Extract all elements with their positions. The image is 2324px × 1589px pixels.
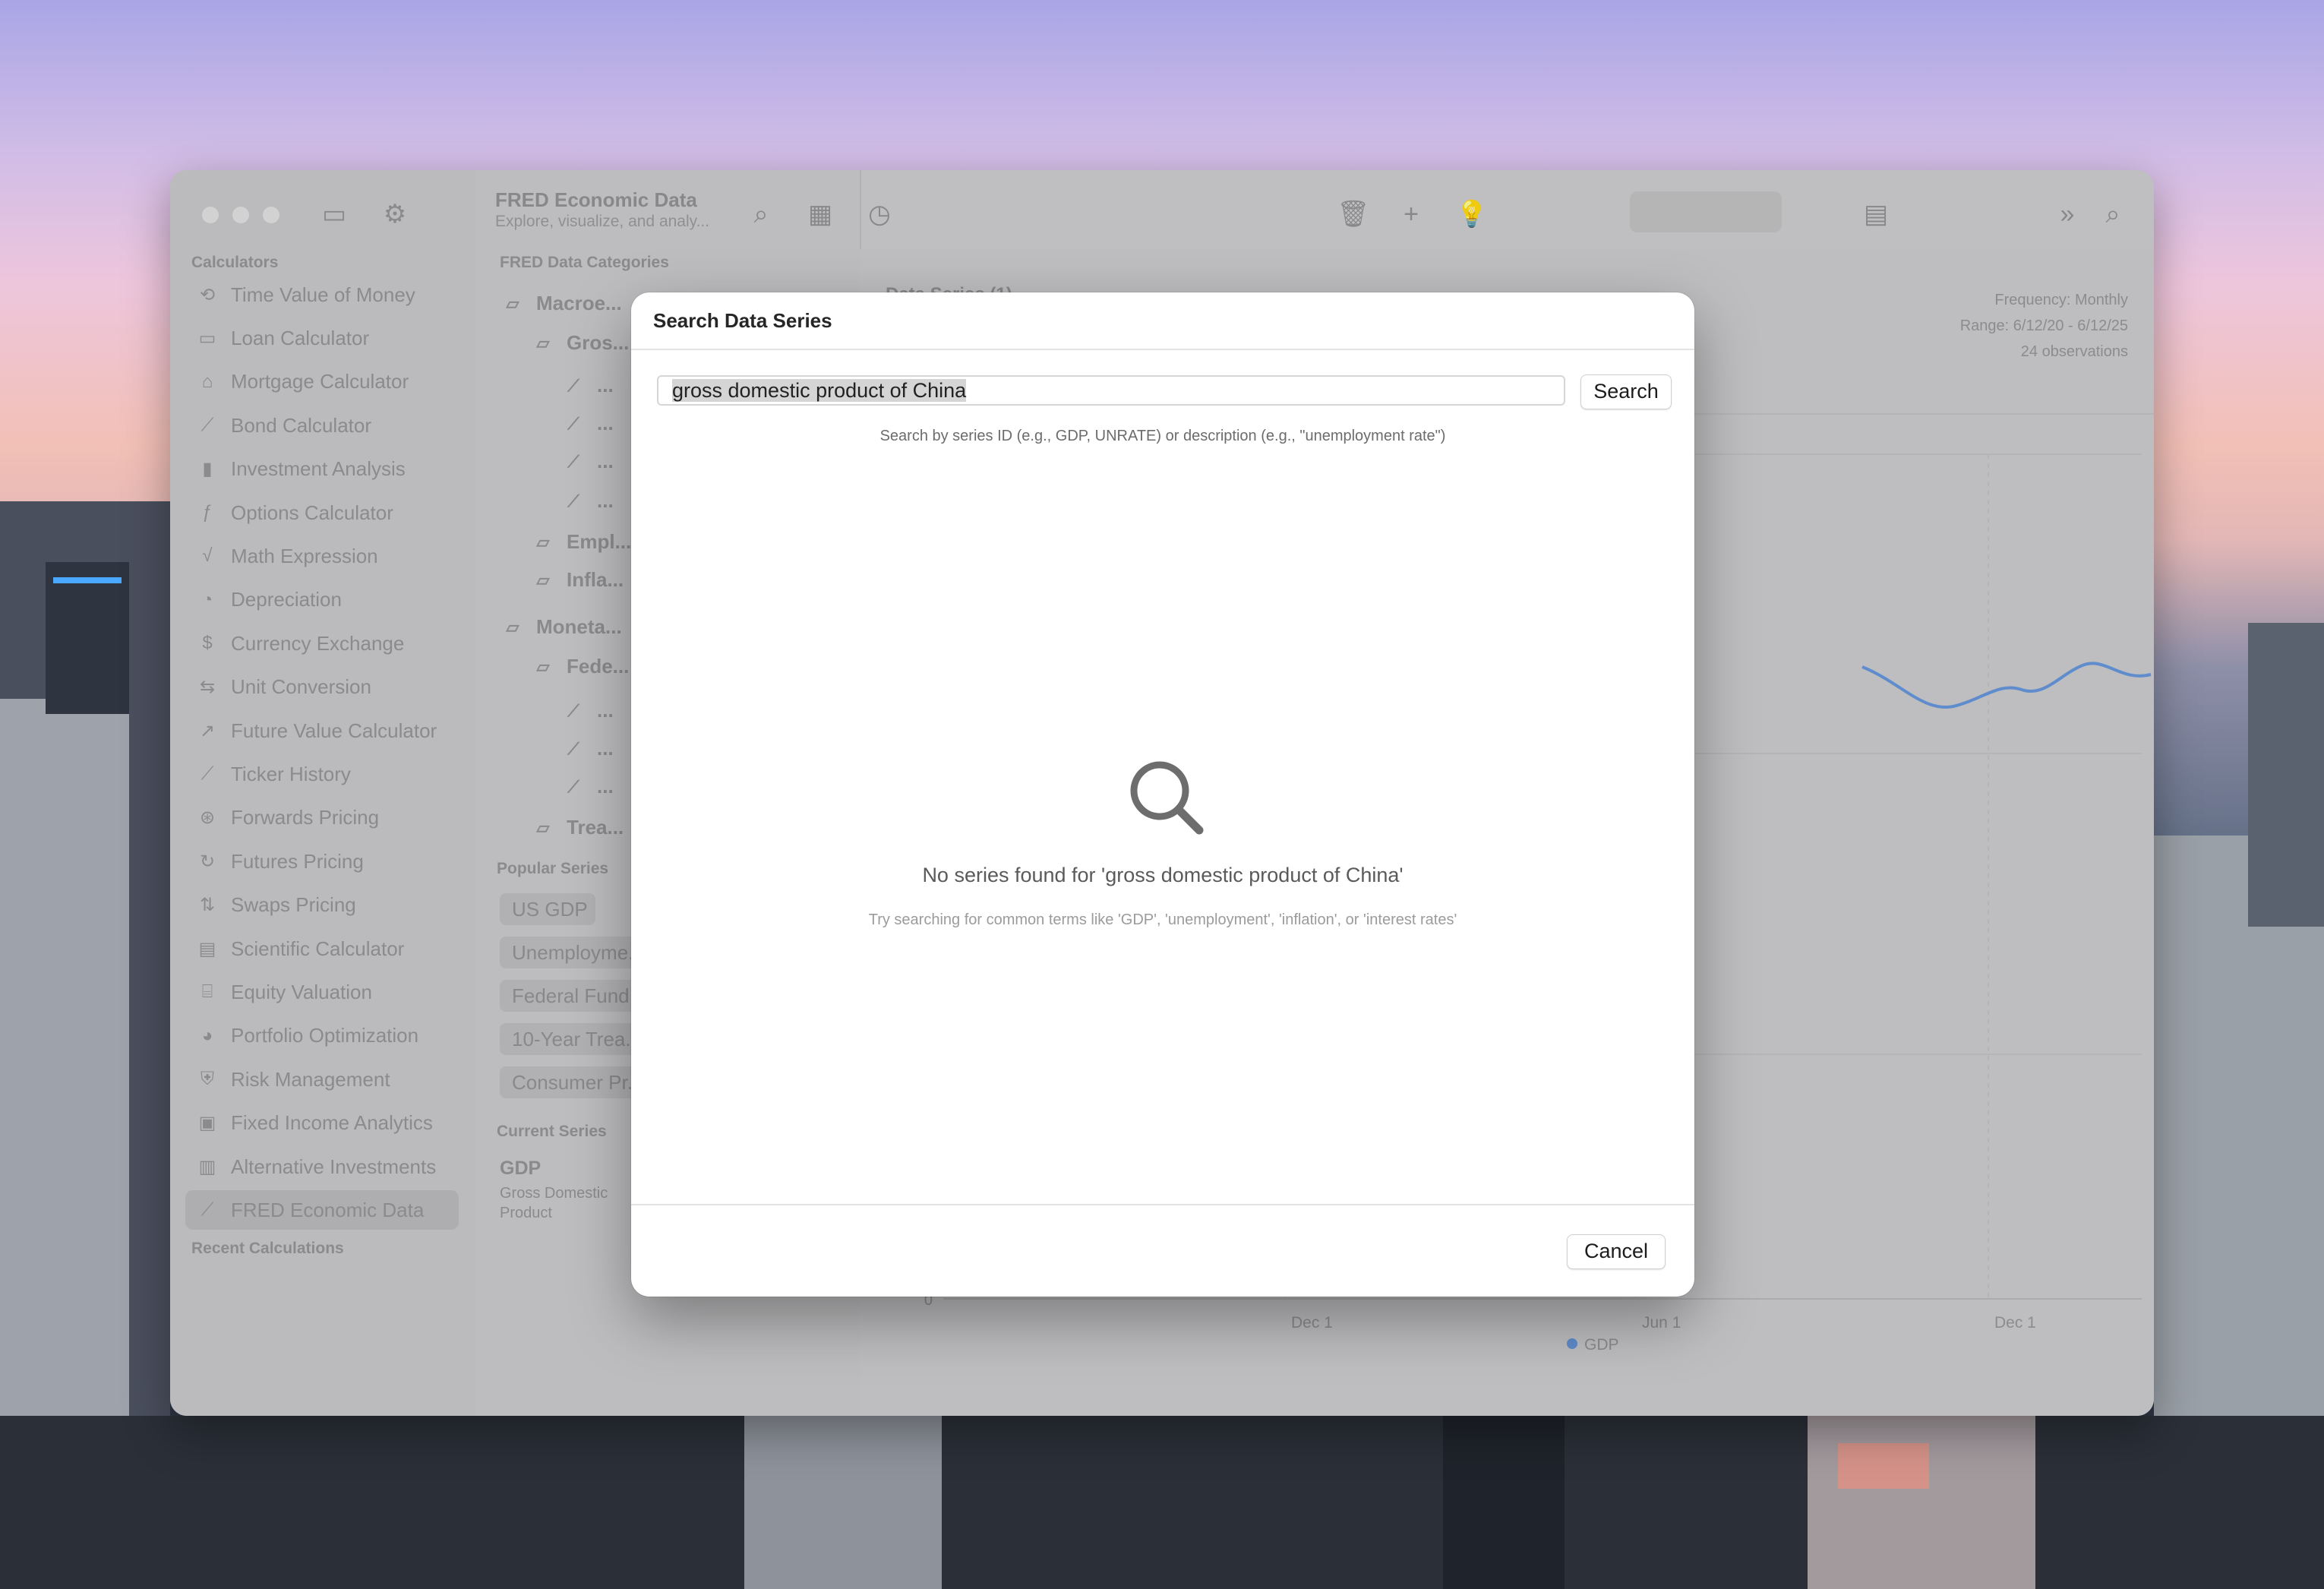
no-results-message: No series found for 'gross domestic prod…	[922, 864, 1404, 886]
search-button[interactable]: Search	[1580, 374, 1672, 409]
search-query-text: gross domestic product of China	[672, 379, 967, 402]
dialog-title: Search Data Series	[653, 309, 832, 332]
no-results-tip: Try searching for common terms like 'GDP…	[868, 911, 1457, 928]
search-hint: Search by series ID (e.g., GDP, UNRATE) …	[879, 428, 1446, 444]
search-dialog: Search Data Series gross domestic produc…	[631, 292, 1694, 1297]
cancel-button[interactable]: Cancel	[1567, 1234, 1666, 1269]
magnifier-icon	[1130, 761, 1204, 835]
search-input[interactable]: gross domestic product of China	[657, 375, 1565, 406]
